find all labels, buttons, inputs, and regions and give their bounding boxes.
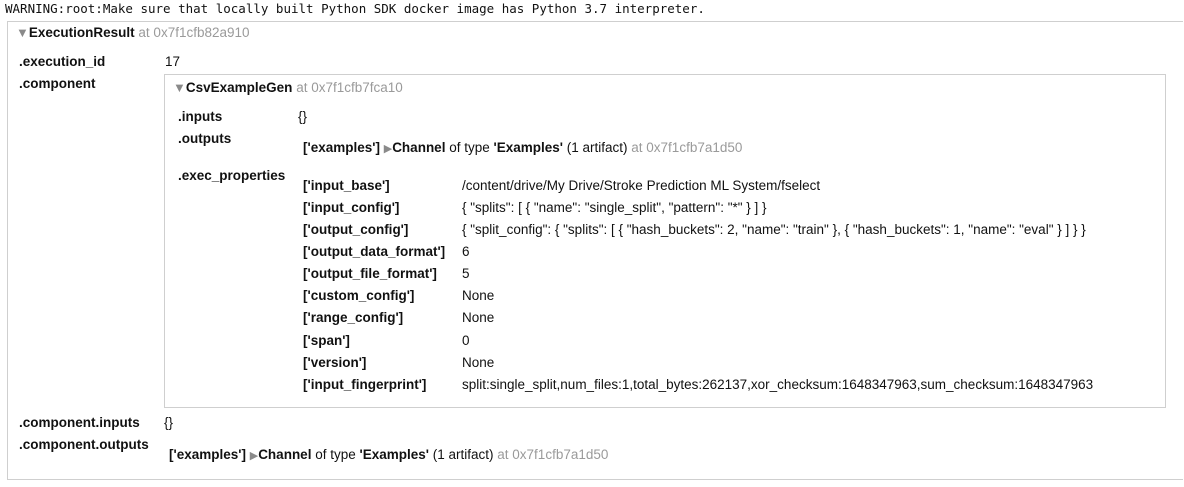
component-header[interactable]: ▼CsvExampleGen at 0x7f1cfb7fca10 xyxy=(173,80,403,95)
execution-result-header[interactable]: ▼ExecutionResult at 0x7f1cfb82a910 xyxy=(16,25,250,40)
warning-log-line: WARNING:root:Make sure that locally buil… xyxy=(5,1,705,16)
exec-property-key: ['input_config'] xyxy=(303,200,400,215)
expand-triangle-icon[interactable]: ▶ xyxy=(250,450,258,462)
exec-property-key: ['input_base'] xyxy=(303,178,390,193)
exec-property-value: 6 xyxy=(462,244,470,259)
component-class-name: CsvExampleGen xyxy=(185,80,293,95)
exec-property-key: ['version'] xyxy=(303,355,367,370)
outputs-channel[interactable]: ['examples'] ▶Channel of type 'Examples'… xyxy=(303,140,742,155)
component-outputs-key: .component.outputs xyxy=(19,437,149,452)
exec-property-key: ['output_data_format'] xyxy=(303,244,446,259)
channel-count: (1 artifact) xyxy=(566,140,628,155)
channel-count: (1 artifact) xyxy=(432,447,494,462)
exec-property-key: ['span'] xyxy=(303,333,350,348)
channel-key: ['examples'] xyxy=(169,447,246,462)
expand-triangle-icon[interactable]: ▶ xyxy=(384,143,392,155)
channel-type: 'Examples' xyxy=(493,140,563,155)
channel-address: at 0x7f1cfb7a1d50 xyxy=(497,447,609,462)
outputs-key: .outputs xyxy=(178,131,232,146)
exec-property-value: 0 xyxy=(462,333,470,348)
csv-example-gen-panel: ▼CsvExampleGen at 0x7f1cfb7fca10 .inputs… xyxy=(164,74,1166,408)
channel-type: 'Examples' xyxy=(359,447,429,462)
exec-property-key: ['custom_config'] xyxy=(303,288,415,303)
collapse-triangle-icon[interactable]: ▼ xyxy=(173,80,186,95)
channel-key: ['examples'] xyxy=(303,140,380,155)
execution-id-value: 17 xyxy=(165,54,181,69)
exec-properties-key: .exec_properties xyxy=(178,168,286,183)
channel-name: Channel xyxy=(258,447,312,462)
execution-result-address: at 0x7f1cfb82a910 xyxy=(138,25,250,40)
channel-name: Channel xyxy=(392,140,446,155)
exec-property-value: None xyxy=(462,310,495,325)
channel-of-type: of type xyxy=(449,140,490,155)
exec-property-value: { "split_config": { "splits": [ { "hash_… xyxy=(462,222,1086,237)
exec-property-value: None xyxy=(462,355,495,370)
exec-property-value: split:single_split,num_files:1,total_byt… xyxy=(462,377,1094,392)
collapse-triangle-icon[interactable]: ▼ xyxy=(16,25,29,40)
component-address: at 0x7f1cfb7fca10 xyxy=(296,80,403,95)
component-inputs-value: {} xyxy=(164,415,174,430)
execution-id-key: .execution_id xyxy=(19,54,106,69)
channel-address: at 0x7f1cfb7a1d50 xyxy=(631,140,743,155)
exec-property-value: 5 xyxy=(462,266,470,281)
exec-property-key: ['range_config'] xyxy=(303,310,404,325)
component-inputs-key: .component.inputs xyxy=(19,415,140,430)
exec-property-key: ['output_file_format'] xyxy=(303,266,437,281)
component-outputs-channel[interactable]: ['examples'] ▶Channel of type 'Examples'… xyxy=(169,447,608,462)
execution-result-class-name: ExecutionResult xyxy=(28,25,135,40)
inputs-key: .inputs xyxy=(178,109,223,124)
exec-property-key: ['input_fingerprint'] xyxy=(303,377,427,392)
exec-property-value: /content/drive/My Drive/Stroke Predictio… xyxy=(462,178,821,193)
exec-property-value: None xyxy=(462,288,495,303)
inputs-value: {} xyxy=(298,109,308,124)
channel-of-type: of type xyxy=(315,447,356,462)
exec-property-key: ['output_config'] xyxy=(303,222,409,237)
exec-property-value: { "splits": [ { "name": "single_split", … xyxy=(462,200,767,215)
component-key: .component xyxy=(19,76,96,91)
